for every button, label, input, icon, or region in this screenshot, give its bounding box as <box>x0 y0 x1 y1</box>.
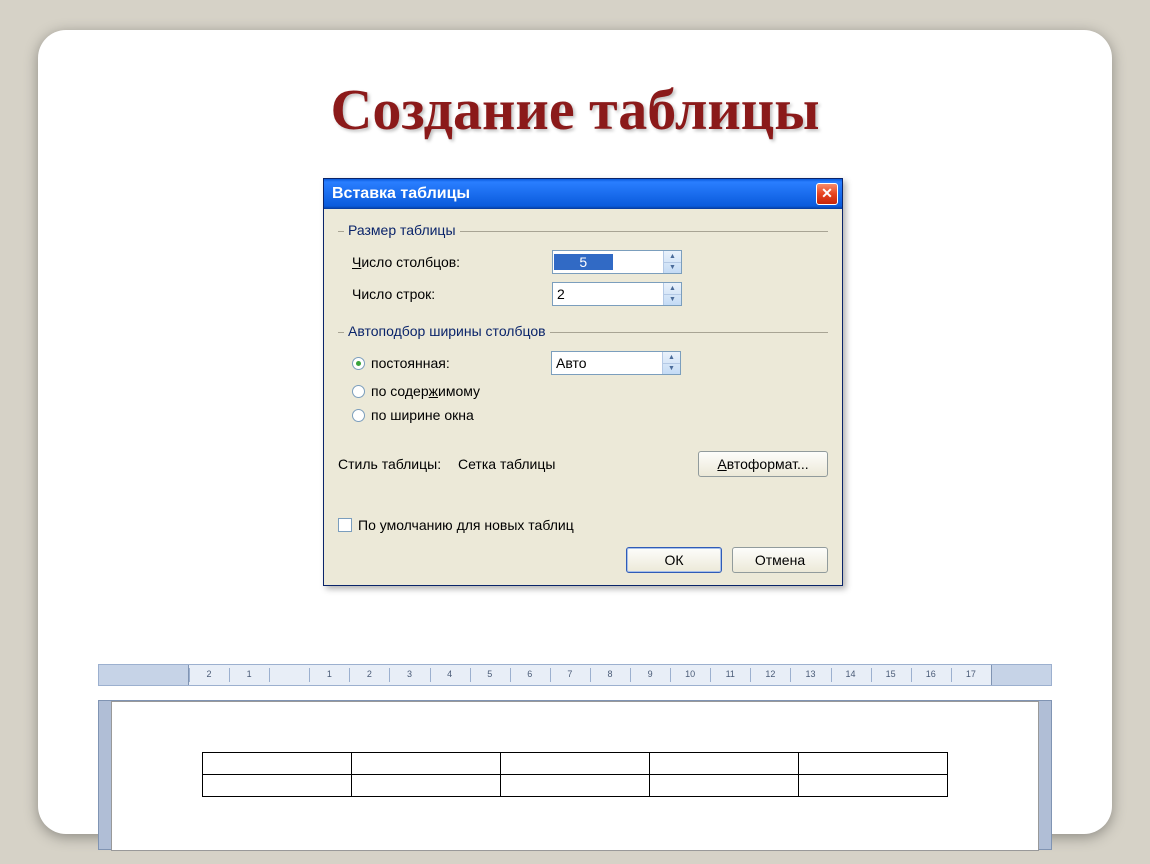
ruler-tick: 3 <box>389 665 429 685</box>
fixed-width-value: Авто <box>552 355 662 371</box>
ruler-left-margin <box>99 665 189 685</box>
ruler-tick: 1 <box>229 665 269 685</box>
close-icon: ✕ <box>821 185 833 201</box>
table-row[interactable] <box>203 775 948 797</box>
fixed-width-combo[interactable]: Авто ▲ ▼ <box>551 351 681 375</box>
rows-spin-up[interactable]: ▲ <box>664 283 681 295</box>
radio-autofit-window-label: по ширине окна <box>371 407 551 423</box>
ruler-tick: 6 <box>510 665 550 685</box>
table-row[interactable] <box>203 753 948 775</box>
ruler-tick: 15 <box>871 665 911 685</box>
ruler-tick: 5 <box>470 665 510 685</box>
table-cell[interactable] <box>501 775 650 797</box>
ruler-tick: 12 <box>750 665 790 685</box>
table-cell[interactable] <box>203 753 352 775</box>
ruler-tick <box>269 665 309 685</box>
group-autofit: Автоподбор ширины столбцов постоянная: А… <box>338 332 828 437</box>
columns-label: Число столбцов: <box>352 254 552 270</box>
slide-card: Создание таблицы Вставка таблицы ✕ Разме… <box>38 30 1112 834</box>
columns-spin-up[interactable]: ▲ <box>664 251 681 263</box>
table-cell[interactable] <box>650 753 799 775</box>
style-value: Сетка таблицы <box>458 456 698 472</box>
table-cell[interactable] <box>799 753 948 775</box>
ruler-tick: 10 <box>670 665 710 685</box>
table-cell[interactable] <box>203 775 352 797</box>
rows-label: Число строк: <box>352 286 552 302</box>
columns-spin-down[interactable]: ▼ <box>664 263 681 274</box>
ruler-tick: 11 <box>710 665 750 685</box>
default-checkbox[interactable] <box>338 518 352 532</box>
sample-table[interactable] <box>202 752 948 797</box>
rows-value[interactable]: 2 <box>553 286 663 302</box>
default-checkbox-label: По умолчанию для новых таблиц <box>358 517 574 533</box>
close-button[interactable]: ✕ <box>816 183 838 205</box>
rows-spinner[interactable]: 2 ▲ ▼ <box>552 282 682 306</box>
table-cell[interactable] <box>799 775 948 797</box>
horizontal-ruler[interactable]: 211234567891011121314151617 <box>98 664 1052 686</box>
radio-autofit-content-label: по содержимому <box>371 383 551 399</box>
group-autofit-legend: Автоподбор ширины столбцов <box>344 323 550 339</box>
radio-fixed[interactable] <box>352 357 365 370</box>
dialog-body: Размер таблицы Число столбцов: 5 ▲ ▼ <box>324 209 842 585</box>
table-cell[interactable] <box>352 753 501 775</box>
ruler-tick: 16 <box>911 665 951 685</box>
table-cell[interactable] <box>650 775 799 797</box>
fixed-spin-down[interactable]: ▼ <box>663 364 680 375</box>
table-cell[interactable] <box>352 775 501 797</box>
group-table-size-legend: Размер таблицы <box>344 222 460 238</box>
ruler-tick: 7 <box>550 665 590 685</box>
ruler-tick: 2 <box>349 665 389 685</box>
ruler-tick: 2 <box>189 665 229 685</box>
dialog-title: Вставка таблицы <box>332 185 470 203</box>
ok-button[interactable]: ОК <box>626 547 722 573</box>
style-label: Стиль таблицы: <box>338 456 458 472</box>
radio-autofit-window[interactable] <box>352 409 365 422</box>
document-background <box>98 700 1052 850</box>
insert-table-dialog: Вставка таблицы ✕ Размер таблицы Число с… <box>323 178 843 586</box>
cancel-button[interactable]: Отмена <box>732 547 828 573</box>
ruler-right-margin <box>991 665 1051 685</box>
document-page[interactable] <box>111 701 1039 851</box>
columns-spinner[interactable]: 5 ▲ ▼ <box>552 250 682 274</box>
ruler-tick: 17 <box>951 665 991 685</box>
ruler-tick: 4 <box>430 665 470 685</box>
fixed-spin-up[interactable]: ▲ <box>663 352 680 364</box>
radio-fixed-label: постоянная: <box>371 355 551 371</box>
radio-autofit-content[interactable] <box>352 385 365 398</box>
slide-title: Создание таблицы <box>38 76 1112 143</box>
ruler-tick: 8 <box>590 665 630 685</box>
dialog-titlebar[interactable]: Вставка таблицы ✕ <box>324 179 842 209</box>
table-cell[interactable] <box>501 753 650 775</box>
columns-value[interactable]: 5 <box>554 254 613 270</box>
ruler-tick: 1 <box>309 665 349 685</box>
ruler-tick: 9 <box>630 665 670 685</box>
ruler-tick: 14 <box>831 665 871 685</box>
rows-spin-down[interactable]: ▼ <box>664 295 681 306</box>
document-area: 211234567891011121314151617 <box>98 664 1052 850</box>
group-table-size: Размер таблицы Число столбцов: 5 ▲ ▼ <box>338 231 828 320</box>
ruler-tick: 13 <box>790 665 830 685</box>
autoformat-button[interactable]: Автоформат... <box>698 451 828 477</box>
